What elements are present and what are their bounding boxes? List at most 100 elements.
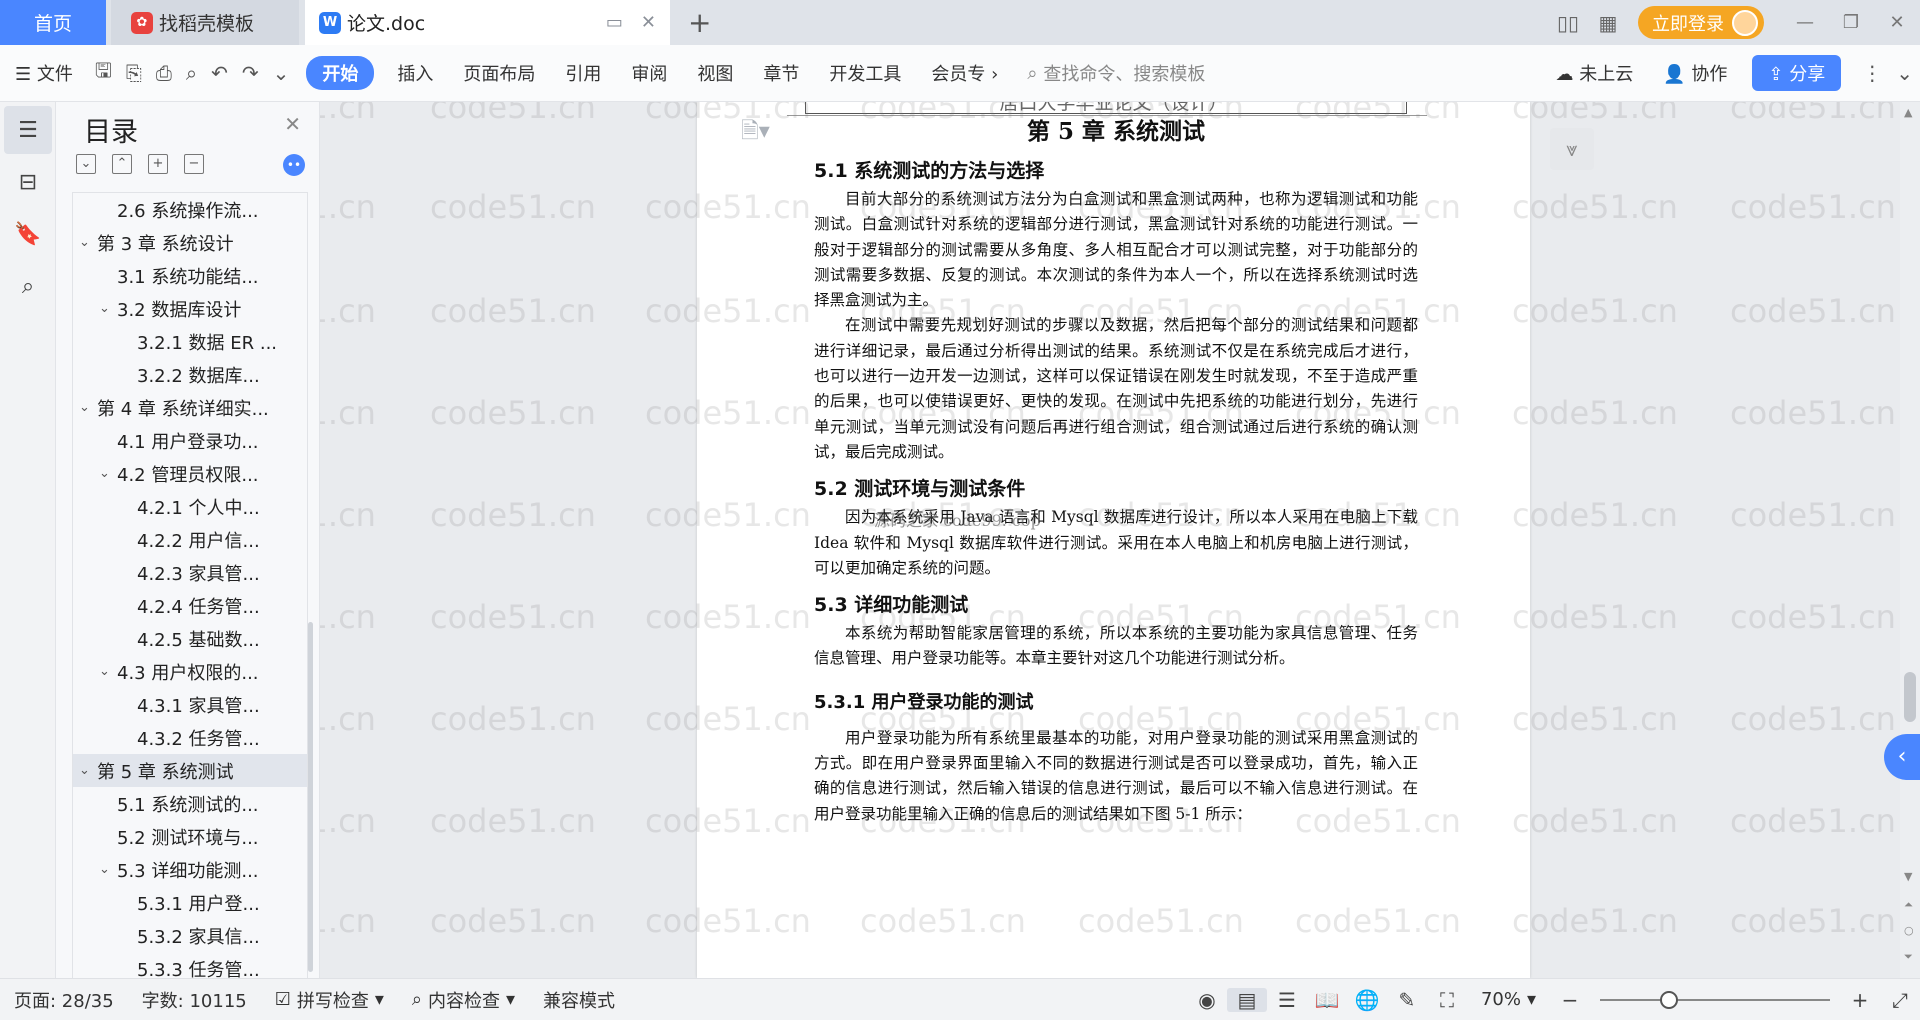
collapse-all-icon[interactable]: ⌃ <box>112 154 132 174</box>
web-view-icon[interactable]: 🌐 <box>1347 988 1387 1012</box>
toc-item[interactable]: 4.2.4 任务管... <box>73 589 307 622</box>
command-search-input[interactable]: ⌕ 查找命令、搜索模板 <box>1013 60 1225 86</box>
restore-icon[interactable]: ❐ <box>1828 12 1874 33</box>
toc-expand-chevron-icon[interactable]: ⌄ <box>79 763 97 778</box>
login-button[interactable]: 立即登录 <box>1638 6 1764 39</box>
toc-expand-chevron-icon[interactable]: ⌄ <box>79 400 97 415</box>
zoom-level[interactable]: 70% ▾ <box>1467 989 1550 1010</box>
close-window-icon[interactable]: ✕ <box>1874 12 1920 33</box>
toc-item[interactable]: 4.3.1 家具管... <box>73 688 307 721</box>
document-page[interactable]: 居口大学毕业论文（设计） 🗎▾ 第 5 章 系统测试 5.1 系统测试的方法与选… <box>697 102 1530 978</box>
page-count[interactable]: 页面: 28/35 <box>0 987 128 1013</box>
toc-item[interactable]: 3.1 系统功能结... <box>73 259 307 292</box>
cloud-status-button[interactable]: ☁ 未上云 <box>1541 60 1649 86</box>
toc-item[interactable]: ⌄ 第 3 章 系统设计 <box>73 226 307 259</box>
content-check-button[interactable]: ⌕ 内容检查 ▾ <box>398 987 529 1013</box>
redo-icon[interactable]: ↷ <box>235 61 266 85</box>
toc-item[interactable]: 4.3.2 任务管... <box>73 721 307 754</box>
ribbon-tab-start[interactable]: 开始 <box>306 56 375 90</box>
eye-protection-icon[interactable]: ◉ <box>1187 988 1227 1012</box>
toc-close-icon[interactable]: ✕ <box>284 112 301 136</box>
toc-item[interactable]: ⌄ 第 4 章 系统详细实... <box>73 391 307 424</box>
new-tab-button[interactable]: + <box>688 6 711 39</box>
scroll-up-icon[interactable]: ▲ <box>1904 106 1912 119</box>
toc-item[interactable]: 5.3.3 任务管... <box>73 952 307 979</box>
toc-expand-chevron-icon[interactable]: ⌄ <box>99 862 117 877</box>
chapter-nav-icon[interactable]: ⊟ <box>4 158 52 206</box>
more-icon[interactable]: ⋮ <box>1855 61 1889 85</box>
reading-view-icon[interactable]: 📖 <box>1307 988 1347 1012</box>
ribbon-tab-review[interactable]: 审阅 <box>616 60 682 86</box>
page-doc-icon[interactable]: 🗎▾ <box>741 114 770 152</box>
write-mode-icon[interactable]: ✎ <box>1387 988 1427 1012</box>
zoom-out-icon[interactable]: − <box>1550 988 1590 1012</box>
toc-item[interactable]: 3.2.2 数据库... <box>73 358 307 391</box>
minimize-icon[interactable]: — <box>1782 12 1828 33</box>
zoom-in-icon[interactable]: + <box>1840 988 1880 1012</box>
toc-item[interactable]: 5.3.2 家具信... <box>73 919 307 952</box>
toc-item[interactable]: 4.2.3 家具管... <box>73 556 307 589</box>
tab-template[interactable]: ✿ 找稻壳模板 <box>111 0 299 45</box>
export-icon[interactable]: ⎘ <box>119 61 149 85</box>
page-view-icon[interactable]: ▤ <box>1226 987 1267 1012</box>
close-tab-icon[interactable]: ✕ <box>641 12 656 33</box>
bookmark-icon[interactable]: 🔖 <box>4 210 52 258</box>
vertical-scrollbar[interactable]: ▲ ▼ ⏶ ○ ⏷ <box>1900 102 1920 978</box>
add-heading-icon[interactable]: + <box>148 154 168 174</box>
ribbon-tab-member[interactable]: 会员专 › <box>916 60 1013 86</box>
toc-item[interactable]: 5.3.1 用户登... <box>73 886 307 919</box>
print-icon[interactable]: ⎙ <box>149 61 179 85</box>
toc-item[interactable]: 4.2.2 用户信... <box>73 523 307 556</box>
toc-item[interactable]: ⌄ 第 5 章 系统测试 <box>73 754 307 787</box>
ribbon-tab-chapter[interactable]: 章节 <box>748 60 814 86</box>
share-button[interactable]: ⇪ 分享 <box>1752 55 1842 91</box>
float-window-icon[interactable]: ▭ <box>606 12 623 33</box>
toc-expand-chevron-icon[interactable]: ⌄ <box>99 664 117 679</box>
ribbon-tab-view[interactable]: 视图 <box>682 60 748 86</box>
toc-item[interactable]: 4.2.1 个人中... <box>73 490 307 523</box>
find-icon[interactable]: ⌕ <box>4 262 52 310</box>
toc-expand-chevron-icon[interactable]: ⌄ <box>99 301 117 316</box>
ribbon-tab-layout[interactable]: 页面布局 <box>448 60 550 86</box>
toc-expand-chevron-icon[interactable]: ⌄ <box>79 235 97 250</box>
ribbon-collapse-icon[interactable]: ⌄ <box>1889 61 1920 85</box>
expand-all-icon[interactable]: ⌄ <box>76 154 96 174</box>
spell-check-button[interactable]: ☑ 拼写检查 ▾ <box>261 987 398 1013</box>
toc-item[interactable]: 4.2.5 基础数... <box>73 622 307 655</box>
prev-page-icon[interactable]: ⏶ <box>1904 898 1913 912</box>
toc-item[interactable]: 5.1 系统测试的... <box>73 787 307 820</box>
collab-button[interactable]: 👤 协作 <box>1648 60 1742 86</box>
file-menu[interactable]: ☰ 文件 <box>0 60 88 86</box>
fullscreen-icon[interactable]: ⤢ <box>1880 988 1920 1012</box>
toc-item[interactable]: 4.1 用户登录功... <box>73 424 307 457</box>
toc-item[interactable]: ⌄ 3.2 数据库设计 <box>73 292 307 325</box>
scroll-thumb[interactable] <box>1904 672 1916 722</box>
toc-item[interactable]: ⌄ 5.3 详细功能测... <box>73 853 307 886</box>
reading-mode-icon[interactable]: ▯▯ <box>1548 11 1588 35</box>
ribbon-tab-dev[interactable]: 开发工具 <box>814 60 916 86</box>
zoom-slider-knob[interactable] <box>1660 990 1678 1009</box>
remove-heading-icon[interactable]: − <box>184 154 204 174</box>
toc-scrollbar[interactable] <box>308 622 313 972</box>
toc-item[interactable]: ⌄ 4.3 用户权限的... <box>73 655 307 688</box>
tab-document[interactable]: W 论文.doc ▭ ✕ <box>305 0 670 45</box>
scroll-down-icon[interactable]: ▼ <box>1904 870 1912 883</box>
toc-item[interactable]: 5.2 测试环境与... <box>73 820 307 853</box>
save-icon[interactable]: 🖫 <box>88 56 119 90</box>
next-page-icon[interactable]: ⏷ <box>1904 950 1913 964</box>
ribbon-tab-references[interactable]: 引用 <box>550 60 616 86</box>
fit-page-icon[interactable]: ⛶ <box>1427 988 1467 1012</box>
undo-icon[interactable]: ↶ <box>204 61 235 85</box>
word-count[interactable]: 字数: 10115 <box>128 987 261 1013</box>
zoom-slider[interactable] <box>1600 990 1830 1009</box>
select-browse-icon[interactable]: ○ <box>1904 924 1914 937</box>
toc-panel-icon[interactable]: ☰ <box>4 106 52 154</box>
toc-item[interactable]: 3.2.1 数据 ER ... <box>73 325 307 358</box>
print-preview-icon[interactable]: ⌕ <box>179 61 204 85</box>
toc-expand-chevron-icon[interactable]: ⌄ <box>99 466 117 481</box>
apps-grid-icon[interactable]: ▦ <box>1588 11 1628 35</box>
toc-ai-icon[interactable]: •• <box>283 154 305 176</box>
outline-view-icon[interactable]: ☰ <box>1267 988 1307 1012</box>
toc-item[interactable]: 2.6 系统操作流... <box>73 193 307 226</box>
quick-access-dropdown-icon[interactable]: ⌄ <box>266 61 297 85</box>
